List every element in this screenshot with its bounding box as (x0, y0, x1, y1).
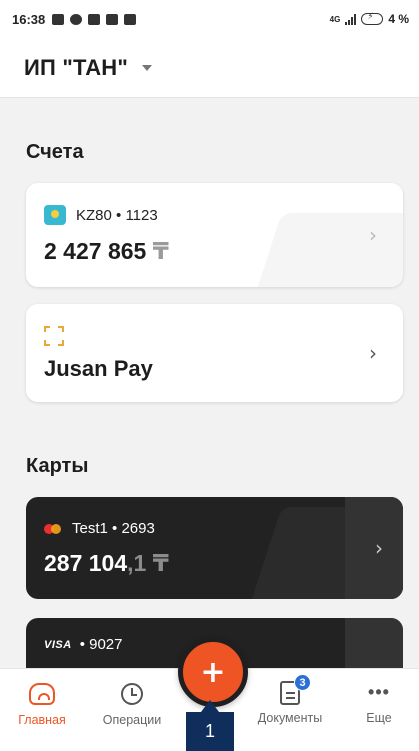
battery-icon (361, 11, 384, 25)
tenge-currency: ₸ (152, 238, 169, 264)
signal-icon (345, 13, 357, 25)
clock-icon (121, 683, 143, 705)
visa-logo: VISA (44, 638, 72, 651)
chevron-right-icon: › (369, 341, 377, 365)
document-icon (124, 13, 137, 25)
account-card[interactable]: KZ80 • 1123 2 427 865 ₸ › (26, 183, 403, 287)
nav-documents-label: Документы (257, 711, 323, 725)
card-balance-fraction: ,1 (127, 550, 147, 576)
app-icon (106, 13, 119, 25)
status-bar-left: 16:38 (12, 11, 137, 27)
status-bar: 16:38 4G 4 % (0, 0, 419, 38)
card-decoration (233, 213, 403, 287)
document-icon-wrap: 3 (250, 674, 330, 707)
nav-operations[interactable]: Операции (92, 681, 172, 727)
tooltip-arrow (201, 700, 219, 712)
jusan-pay-title: Jusan Pay (44, 356, 153, 381)
battery-level: 4 % (388, 12, 409, 26)
message-icon (52, 13, 65, 25)
card-header: VISA • 9027 (44, 636, 122, 653)
more-dots-icon: ••• (368, 682, 390, 702)
nav-more-label: Еще (366, 711, 392, 725)
nav-home[interactable]: Главная (2, 681, 82, 727)
card-header: Test1 • 2693 (44, 520, 155, 537)
account-header: KZ80 • 1123 (44, 205, 158, 225)
tenge-currency: ₸ (152, 550, 169, 576)
documents-badge: 3 (294, 674, 311, 691)
home-icon-wrap (2, 683, 82, 709)
jusan-pay-card[interactable]: Jusan Pay › (26, 304, 403, 402)
chevron-down-icon (142, 64, 153, 71)
card-balance-main: 287 104 (44, 550, 128, 576)
account-balance: 2 427 865 ₸ (44, 238, 169, 265)
chevron-right-icon: › (369, 223, 377, 247)
card-side-panel (345, 497, 403, 599)
chat-icon (70, 13, 83, 25)
account-number: KZ80 • 1123 (76, 206, 158, 224)
clock-icon-wrap (92, 683, 172, 709)
status-bar-right: 4G 4 % (329, 11, 409, 26)
qr-scan-icon (44, 326, 64, 346)
notification-icons (52, 13, 137, 25)
status-time: 16:38 (12, 11, 46, 27)
nav-home-label: Главная (18, 713, 66, 727)
nav-documents[interactable]: 3 Документы (250, 674, 330, 725)
mastercard-icon (44, 523, 62, 534)
card-balance: 287 104,1 ₸ (44, 550, 169, 577)
card-number: • 9027 (79, 636, 123, 653)
network-label: 4G (329, 14, 341, 24)
accounts-section-title: Счета (26, 141, 84, 163)
bank-card[interactable]: Test1 • 2693 287 104,1 ₸ › (26, 497, 403, 599)
card-name: Test1 • 2693 (72, 520, 155, 537)
chevron-right-icon: › (375, 536, 383, 560)
home-icon (29, 683, 55, 705)
kazakhstan-flag-icon (44, 205, 66, 225)
company-selector[interactable]: ИП "ТАН" (0, 38, 419, 98)
nav-more[interactable]: ••• Еще (339, 681, 419, 725)
nav-operations-label: Операции (102, 713, 162, 727)
telegram-icon (88, 13, 101, 25)
company-name: ИП "ТАН" (24, 54, 129, 80)
cards-section-title: Карты (26, 455, 89, 477)
tutorial-step-marker: 1 (186, 712, 234, 751)
account-balance-value: 2 427 865 (44, 238, 147, 264)
add-button[interactable]: + (178, 637, 248, 707)
